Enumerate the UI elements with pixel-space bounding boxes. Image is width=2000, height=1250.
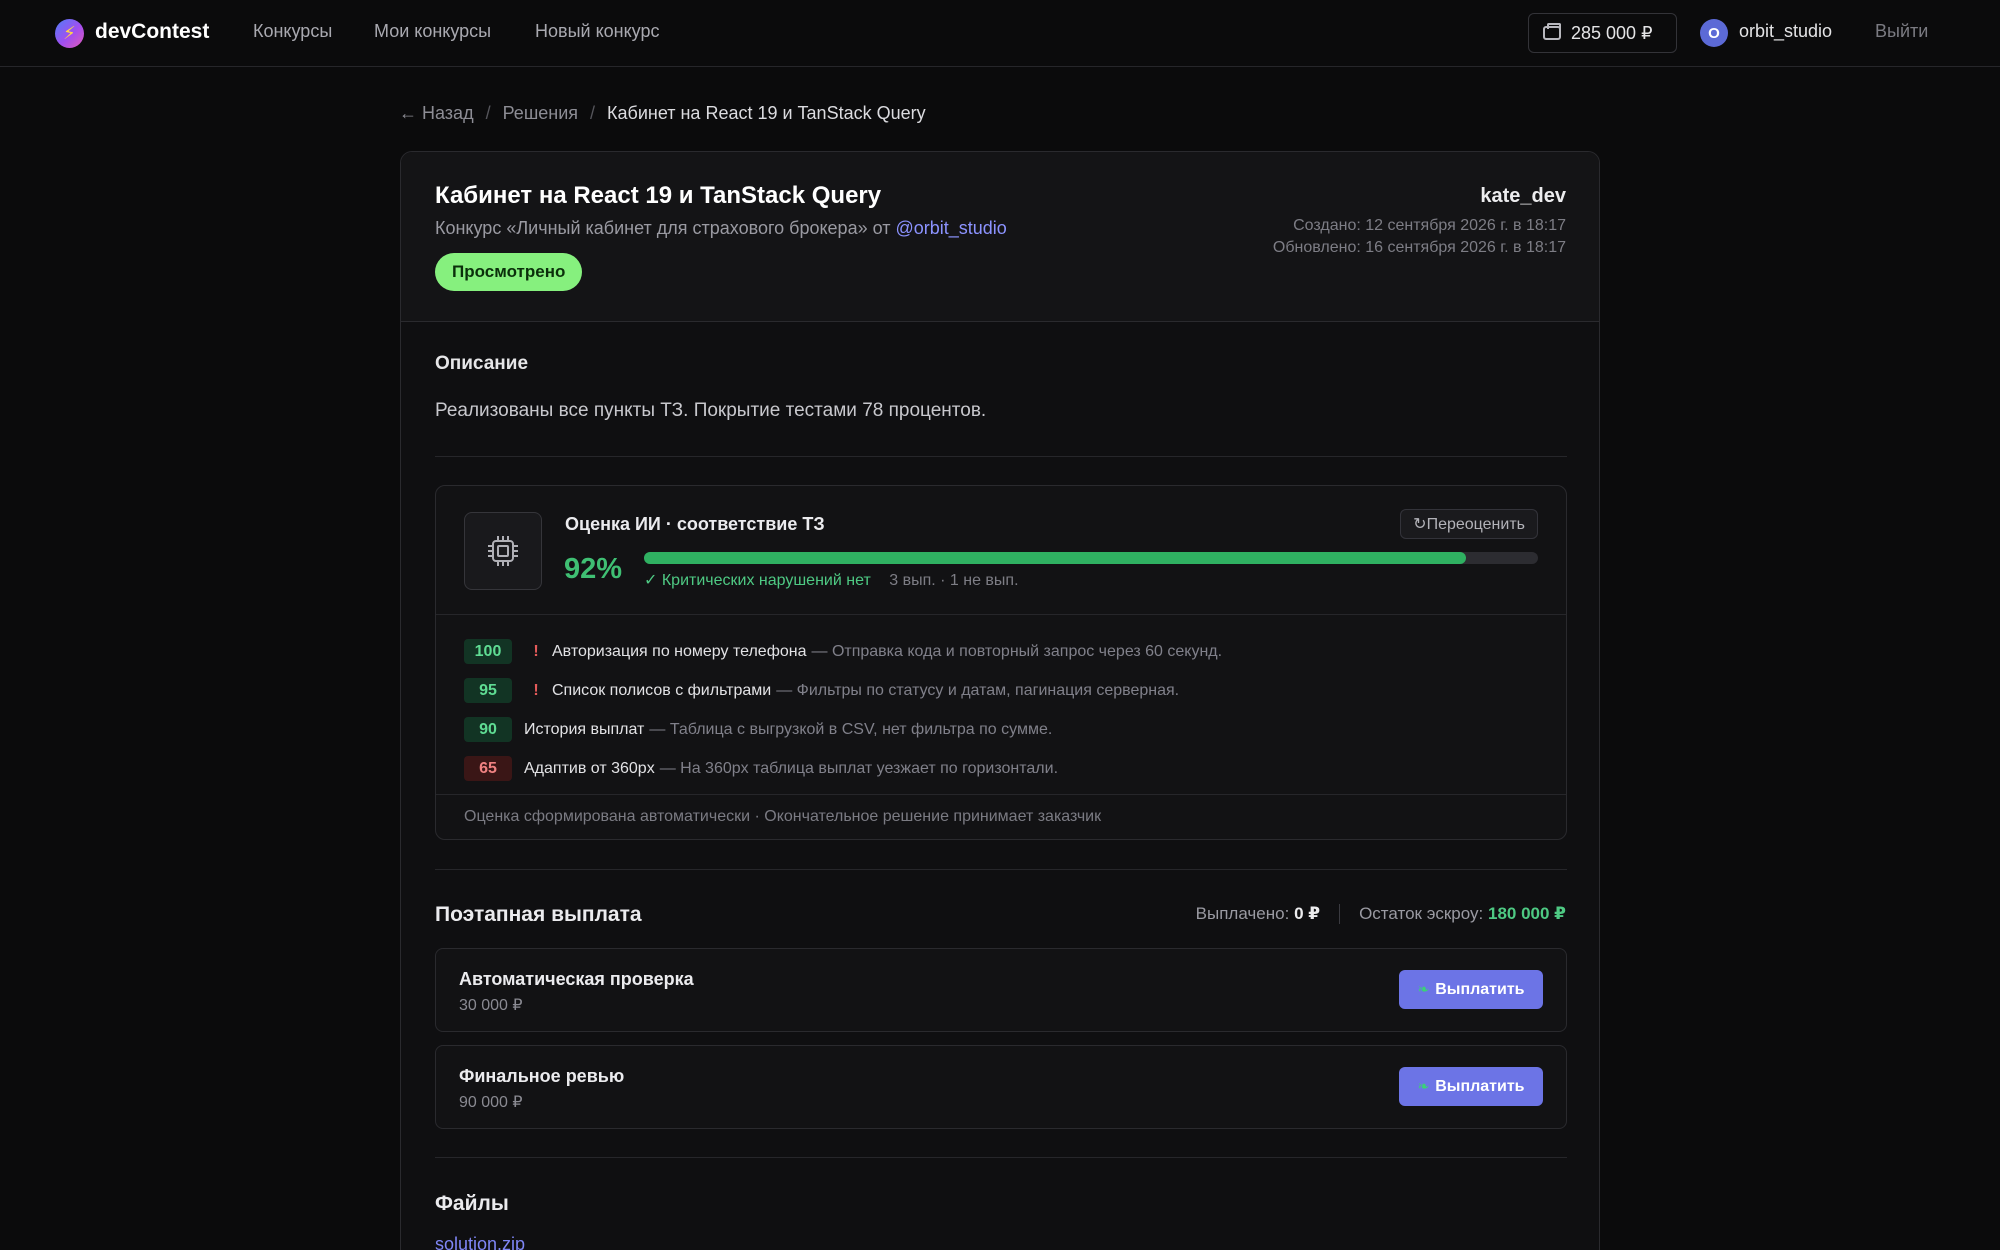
list-item: 95 ! Список полисов с фильтрами — Фильтр…: [464, 671, 1544, 710]
requirement-note: — На 360px таблица выплат уезжает по гор…: [659, 759, 1059, 777]
divider: [435, 456, 1567, 457]
stage-name: Финальное ревью: [459, 1066, 625, 1086]
money-wings-icon: ❧: [1417, 981, 1430, 997]
pay-button[interactable]: ❧ Выплатить: [1399, 970, 1543, 1009]
updated-date: Обновлено: 16 сентября 2026 г. в 18:17: [1272, 239, 1566, 256]
stage-amount: 90 000 ₽: [459, 1094, 523, 1111]
payout-stage: Финальное ревью 90 000 ₽ ❧ Выплатить: [435, 1045, 1567, 1129]
breadcrumb-separator: /: [590, 103, 596, 123]
balance-amount: 285 000 ₽: [1571, 22, 1653, 43]
requirement-name: Список полисов с фильтрами: [552, 681, 772, 699]
description-text: Реализованы все пункты ТЗ. Покрытие тест…: [435, 400, 987, 421]
requirement-score: 100: [464, 639, 512, 664]
divider: [435, 1157, 1567, 1158]
no-critical-text: ✓ Критических нарушений нет: [644, 572, 871, 589]
breadcrumb-separator: /: [485, 103, 491, 123]
ai-summary: ✓ Критических нарушений нет 3 вып. · 1 н…: [644, 570, 1019, 590]
list-item: 100 ! Авторизация по номеру телефона — О…: [464, 632, 1544, 671]
nav-contests[interactable]: Конкурсы: [253, 21, 332, 42]
pay-button-label: Выплатить: [1435, 1077, 1525, 1095]
username[interactable]: orbit_studio: [1739, 21, 1832, 42]
balance-button[interactable]: 285 000 ₽: [1528, 13, 1677, 53]
requirement-note: — Фильтры по статусу и датам, пагинация …: [776, 681, 1180, 699]
list-item: 65 Адаптив от 360px — На 360px таблица в…: [464, 749, 1544, 788]
stage-amount: 30 000 ₽: [459, 997, 523, 1014]
ai-review-title: Оценка ИИ · соответствие ТЗ: [565, 514, 825, 534]
author-name[interactable]: kate_dev: [1480, 185, 1566, 208]
pay-button[interactable]: ❧ Выплатить: [1399, 1067, 1543, 1106]
ai-score: 92%: [564, 553, 623, 585]
breadcrumb-current: Кабинет на React 19 и TanStack Query: [607, 103, 926, 123]
requirements-list: 100 ! Авторизация по номеру телефона — О…: [464, 632, 1544, 788]
files-heading: Файлы: [435, 1192, 509, 1215]
score-progress-bar: [644, 552, 1538, 564]
page-title: Кабинет на React 19 и TanStack Query: [435, 182, 882, 209]
requirement-score: 90: [464, 717, 512, 742]
divider: [1339, 904, 1341, 924]
logout-link[interactable]: Выйти: [1875, 21, 1928, 42]
cpu-chip-icon: [464, 512, 542, 590]
list-item: 90 История выплат — Таблица с выгрузкой …: [464, 710, 1544, 749]
escrow-value: 180 000 ₽: [1487, 904, 1566, 923]
nav-my-contests[interactable]: Мои конкурсы: [374, 21, 491, 42]
stage-name: Автоматическая проверка: [459, 969, 694, 989]
breadcrumb: ← Назад / Решения / Кабинет на React 19 …: [399, 103, 926, 124]
requirement-note: — Таблица с выгрузкой в CSV, нет фильтра…: [649, 720, 1053, 738]
solution-header: Кабинет на React 19 и TanStack Query Кон…: [401, 152, 1599, 322]
score-progress-fill: [644, 552, 1467, 564]
divider: [435, 869, 1567, 870]
critical-icon: !: [533, 681, 539, 699]
escrow-label: Остаток эскроу:: [1359, 904, 1484, 923]
requirement-score: 95: [464, 678, 512, 703]
paid-value: 0 ₽: [1294, 904, 1321, 923]
payout-stage: Автоматическая проверка 30 000 ₽ ❧ Выпла…: [435, 948, 1567, 1032]
ai-review-panel: Оценка ИИ · соответствие ТЗ ↻Переоценить…: [435, 485, 1567, 840]
file-link[interactable]: solution.zip: [435, 1234, 525, 1250]
lightning-bolt-icon[interactable]: ⚡: [55, 19, 84, 48]
status-badge: Просмотрено: [435, 253, 583, 291]
description-heading: Описание: [435, 353, 529, 374]
breadcrumb-solutions[interactable]: Решения: [503, 103, 578, 124]
pay-button-label: Выплатить: [1435, 980, 1525, 998]
requirement-name: История выплат: [524, 720, 645, 738]
brand-name[interactable]: devContest: [95, 20, 209, 44]
paid-label: Выплачено:: [1195, 904, 1290, 923]
wallet-icon: [1543, 23, 1561, 40]
avatar[interactable]: O: [1700, 19, 1728, 47]
payout-summary: Выплачено: 0 ₽ Остаток эскроу: 180 000 ₽: [1196, 904, 1566, 924]
requirement-note: — Отправка кода и повторный запрос через…: [811, 642, 1223, 660]
money-wings-icon: ❧: [1417, 1078, 1430, 1094]
critical-icon: !: [533, 642, 539, 660]
requirement-score: 65: [464, 756, 512, 781]
top-navbar: ⚡ devContest Конкурсы Мои конкурсы Новый…: [0, 0, 2000, 67]
nav-new-contest[interactable]: Новый конкурс: [535, 21, 659, 42]
contest-subtitle: Конкурс «Личный кабинет для страхового б…: [435, 218, 1007, 239]
solution-card: Кабинет на React 19 и TanStack Query Кон…: [400, 151, 1600, 1250]
payout-heading: Поэтапная выплата: [435, 903, 642, 926]
divider: [436, 614, 1566, 615]
contest-owner-link[interactable]: @orbit_studio: [895, 218, 1006, 238]
ai-review-footer: Оценка сформирована автоматически · Окон…: [464, 808, 1102, 825]
dates: Создано: 12 сентября 2026 г. в 18:17 Обн…: [1273, 215, 1566, 259]
divider: [436, 794, 1566, 795]
contest-name: Конкурс «Личный кабинет для страхового б…: [435, 218, 891, 238]
requirement-name: Авторизация по номеру телефона: [552, 642, 807, 660]
back-link[interactable]: ← Назад: [399, 103, 474, 124]
reassess-button[interactable]: ↻Переоценить: [1400, 509, 1538, 539]
created-date: Создано: 12 сентября 2026 г. в 18:17: [1293, 217, 1566, 234]
requirement-name: Адаптив от 360px: [524, 759, 655, 777]
requirements-count: 3 вып. · 1 не вып.: [889, 572, 1019, 589]
